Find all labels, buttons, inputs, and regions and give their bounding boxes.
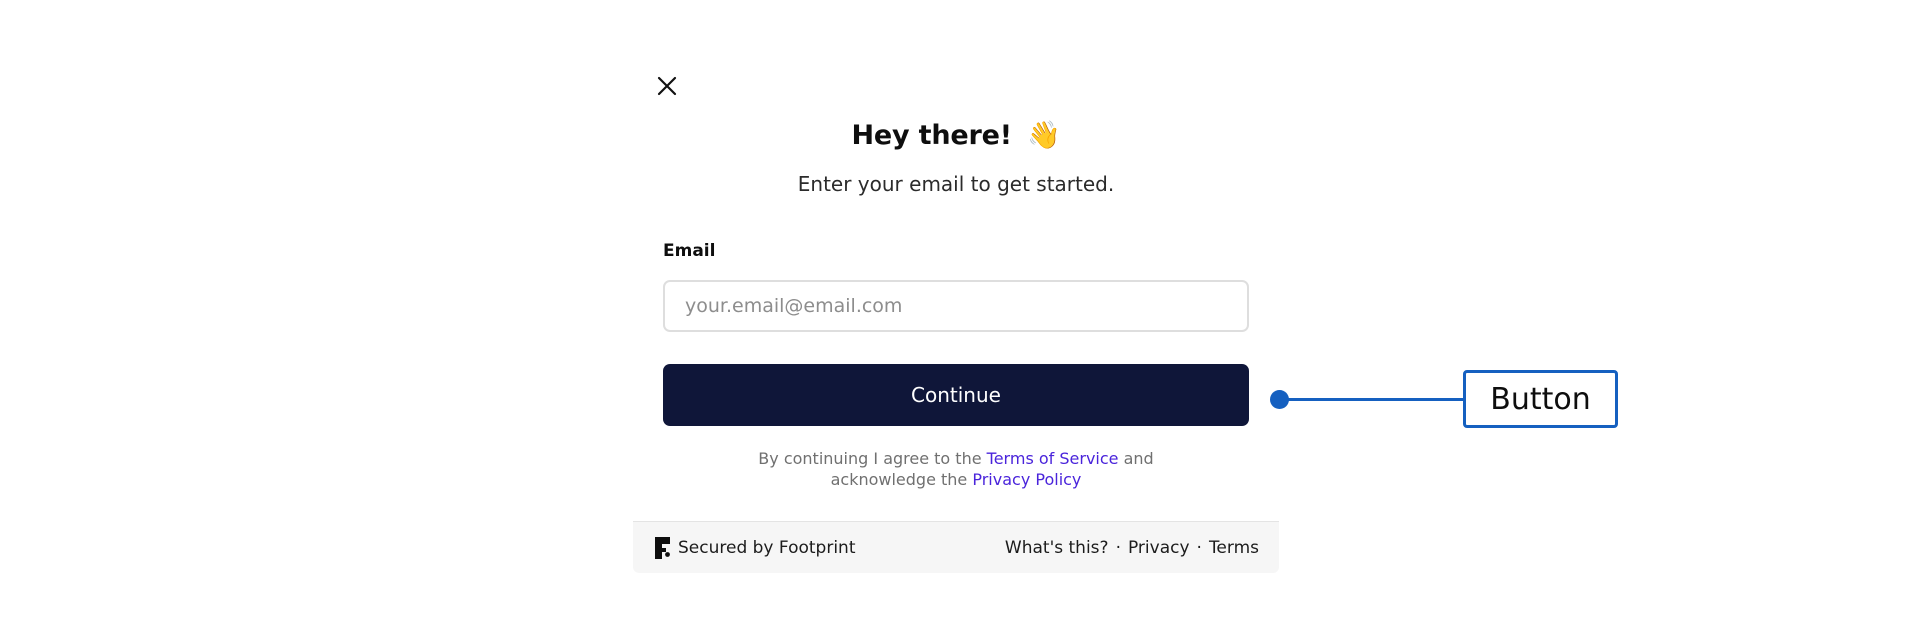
terms-of-service-link[interactable]: Terms of Service — [987, 449, 1119, 468]
footer-branding: Secured by Footprint — [655, 536, 856, 559]
footer-separator: · — [1196, 537, 1202, 558]
email-label: Email — [663, 241, 716, 261]
dialog-footer: Secured by Footprint What's this? · Priv… — [633, 521, 1279, 573]
close-button[interactable] — [653, 72, 681, 100]
footprint-logo-icon — [655, 536, 670, 559]
annotation-label-box: Button — [1463, 370, 1618, 428]
waving-hand-icon: 👋 — [1027, 120, 1061, 151]
legal-middle: and — [1123, 449, 1154, 468]
footer-terms-link[interactable]: Terms — [1209, 538, 1259, 558]
email-field[interactable] — [663, 280, 1249, 332]
legal-text: By continuing I agree to the Terms of Se… — [633, 448, 1279, 490]
secured-by-text: Secured by Footprint — [678, 537, 856, 558]
footer-separator: · — [1115, 537, 1121, 558]
dialog-title-row: Hey there! 👋 — [633, 116, 1279, 156]
dialog-subtitle: Enter your email to get started. — [797, 172, 1115, 196]
whats-this-link[interactable]: What's this? — [1005, 538, 1109, 558]
close-icon — [657, 76, 677, 96]
privacy-policy-link[interactable]: Privacy Policy — [972, 470, 1081, 489]
legal-prefix: By continuing I agree to the — [758, 449, 982, 468]
footer-privacy-link[interactable]: Privacy — [1128, 538, 1190, 558]
continue-button[interactable]: Continue — [663, 364, 1249, 426]
email-dialog: Hey there! 👋 Enter your email to get sta… — [633, 58, 1279, 573]
footer-links: What's this? · Privacy · Terms — [1005, 538, 1259, 558]
annotation-connector-line — [1285, 398, 1464, 401]
page: Hey there! 👋 Enter your email to get sta… — [0, 0, 1920, 622]
dialog-title: Hey there! — [851, 120, 1012, 151]
legal-line2-prefix: acknowledge the — [830, 470, 968, 489]
